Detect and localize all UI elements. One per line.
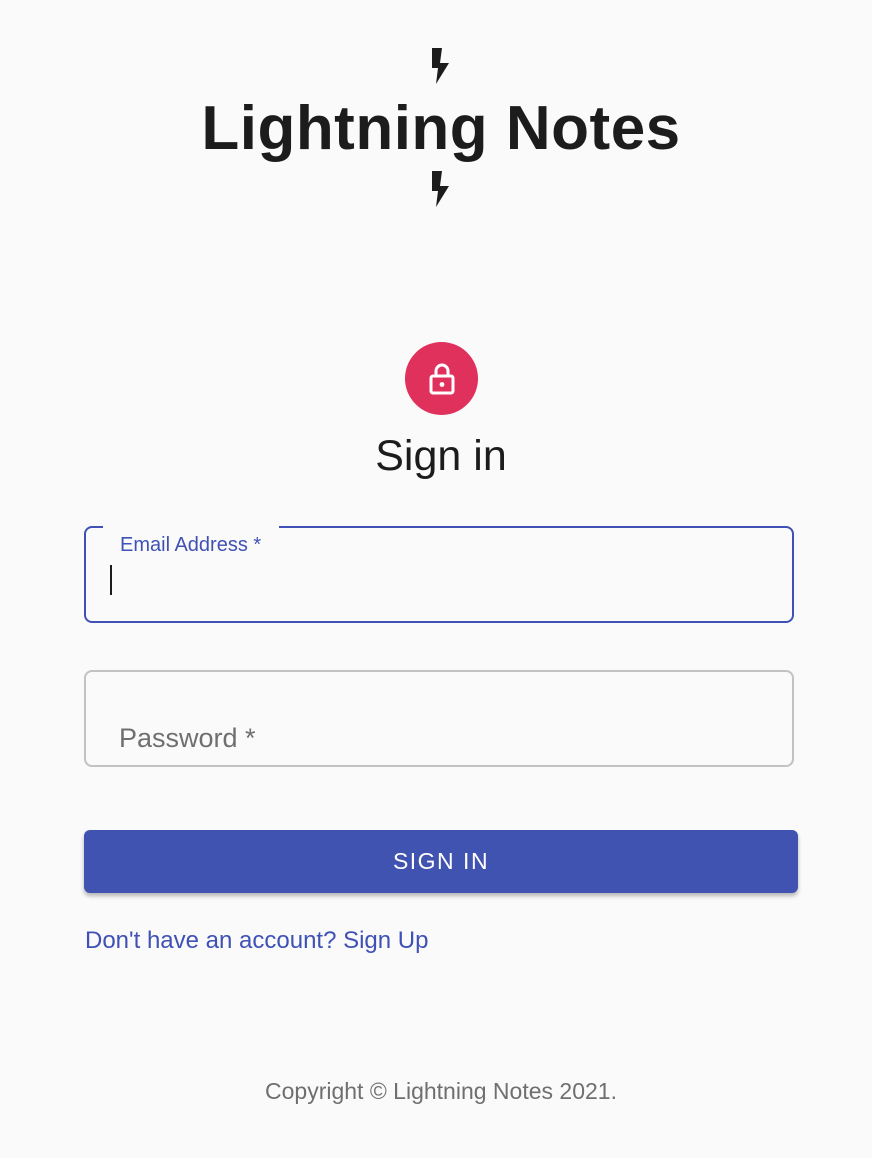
sign-in-page: Lightning Notes Sign in Email Address * … xyxy=(0,0,872,1158)
email-label: Email Address * xyxy=(120,534,262,556)
sign-in-button[interactable]: SIGN IN xyxy=(84,830,798,893)
sign-in-heading: Sign in xyxy=(375,432,507,480)
email-label-notch xyxy=(103,524,279,530)
copyright-text: Copyright © Lightning Notes 2021. xyxy=(265,1078,617,1104)
password-field[interactable]: Password * xyxy=(84,670,794,767)
text-caret xyxy=(110,565,112,595)
lightning-bolt-icon xyxy=(432,48,449,84)
password-label: Password * xyxy=(119,723,256,753)
app-title: Lightning Notes xyxy=(201,94,681,163)
lightning-bolt-icon xyxy=(432,171,449,207)
sign-up-link[interactable]: Don't have an account? Sign Up xyxy=(85,926,428,956)
email-field[interactable]: Email Address * xyxy=(84,524,794,623)
lock-icon xyxy=(429,363,454,394)
lock-avatar xyxy=(405,342,478,415)
